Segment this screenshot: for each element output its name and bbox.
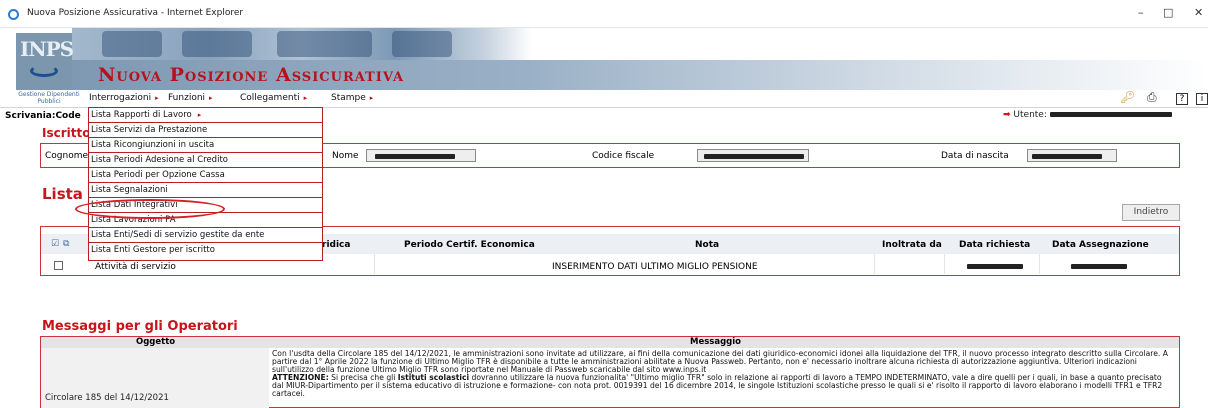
menu-item-enti-gestore[interactable]: Lista Enti Gestore per iscritto (89, 243, 322, 258)
codice-fiscale-label: Codice fiscale (592, 151, 655, 161)
menu-item-ricongiunzioni[interactable]: Lista Ricongiunzioni in uscita (89, 138, 322, 153)
menu-item-opzione-cassa[interactable]: Lista Periodi per Opzione Cassa (89, 168, 322, 183)
arrow-right-icon: ▸ (209, 94, 213, 102)
arrow-right-icon: ▸ (155, 94, 159, 102)
cognome-label: Cognome (45, 151, 89, 161)
menu-item-adesione-credito[interactable]: Lista Periodi Adesione al Credito (89, 153, 322, 168)
row-checkbox[interactable] (54, 261, 63, 270)
col-data-assegnazione: Data Assegnazione (1052, 240, 1149, 250)
inps-logo: INPS (16, 33, 74, 91)
arrow-right-icon: ➡ (1003, 110, 1011, 120)
menu-item-rapporti-lavoro[interactable]: Lista Rapporti di Lavoro ▸ (89, 108, 322, 123)
funzioni-dropdown-menu: Lista Rapporti di Lavoro ▸ Lista Servizi … (88, 107, 323, 261)
col-messaggio: Messaggio (690, 337, 741, 347)
row-data-assegnazione (1071, 262, 1127, 272)
menu-funzioni[interactable]: Funzioni ▸ (168, 93, 213, 103)
arrow-right-icon: ▸ (303, 94, 308, 102)
messaggi-header: Oggetto Messaggio (41, 337, 1179, 348)
user-info: ➡ Utente: (1003, 110, 1172, 120)
arrow-right-icon: ▸ (197, 111, 202, 119)
row-tipo: Attività di servizio (95, 262, 176, 272)
nome-label: Nome (332, 151, 359, 161)
check-all-icon[interactable]: ☑ (51, 239, 59, 249)
key-icon[interactable]: 🔑︎ (1120, 90, 1135, 104)
message-text: Con l'usdta della Circolare 185 del 14/1… (272, 349, 1168, 399)
window-title: Nuova Posizione Assicurativa - Internet … (27, 8, 244, 18)
highlight-annotation (75, 199, 225, 219)
menu-stampe[interactable]: Stampe ▸ (331, 93, 373, 103)
data-nascita-label: Data di nascita (941, 151, 1009, 161)
window-titlebar: Nuova Posizione Assicurativa - Internet … (0, 0, 1208, 28)
menu-bar: Gestione Dipendenti Pubblici Interrogazi… (0, 90, 1208, 108)
banner-photo-strip (72, 28, 532, 60)
indietro-button[interactable]: Indietro (1122, 204, 1180, 221)
internet-explorer-icon (8, 9, 19, 20)
col-periodo-certif: Periodo Certif. Economica (404, 240, 535, 250)
messaggi-title: Messaggi per gli Operatori (42, 319, 238, 334)
col-nota: Nota (695, 240, 720, 250)
codice-fiscale-field (697, 149, 809, 162)
help-icon[interactable]: ? (1176, 90, 1188, 105)
info-icon[interactable]: i (1196, 90, 1208, 105)
redacted-username (1049, 112, 1172, 117)
gestione-label: Gestione Dipendenti Pubblici (18, 91, 80, 105)
menu-item-enti-sedi[interactable]: Lista Enti/Sedi di servizio gestite da e… (89, 228, 322, 243)
nome-field (366, 149, 476, 162)
close-button[interactable]: ✕ (1194, 6, 1203, 19)
lista-title: Lista (42, 185, 83, 203)
col-natura-giuridica: ridica (322, 240, 351, 250)
arrow-right-icon: ▸ (369, 94, 374, 102)
breadcrumb: Scrivania:Code (5, 111, 81, 121)
menu-item-servizi-prestazione[interactable]: Lista Servizi da Prestazione (89, 123, 322, 138)
row-data-richiesta (967, 262, 1023, 272)
menu-interrogazioni[interactable]: Interrogazioni ▸ (89, 93, 159, 103)
col-data-richiesta: Data richiesta (959, 240, 1031, 250)
row-nota: INSERIMENTO DATI ULTIMO MIGLIO PENSIONE (552, 262, 758, 272)
iscritto-title: Iscritto (42, 126, 91, 140)
maximize-button[interactable]: □ (1163, 6, 1173, 19)
messaggi-table: Oggetto Messaggio Circolare 185 del 14/1… (40, 336, 1180, 408)
menu-item-segnalazioni[interactable]: Lista Segnalazioni (89, 183, 322, 198)
app-banner: INPS Nuova Posizione Assicurativa (0, 28, 1208, 91)
col-inoltrata-da: Inoltrata da (882, 240, 942, 250)
menu-collegamenti[interactable]: Collegamenti ▸ (240, 93, 307, 103)
copy-icon[interactable]: ⧉ (63, 239, 69, 249)
col-oggetto: Oggetto (136, 337, 176, 347)
user-label: Utente: (1013, 110, 1047, 120)
print-icon[interactable]: ⎙ (1147, 90, 1157, 105)
data-nascita-field (1027, 149, 1117, 162)
minimize-button[interactable]: – (1138, 6, 1144, 19)
app-title: Nuova Posizione Assicurativa (98, 64, 405, 86)
message-oggetto: Circolare 185 del 14/12/2021 (45, 393, 169, 403)
